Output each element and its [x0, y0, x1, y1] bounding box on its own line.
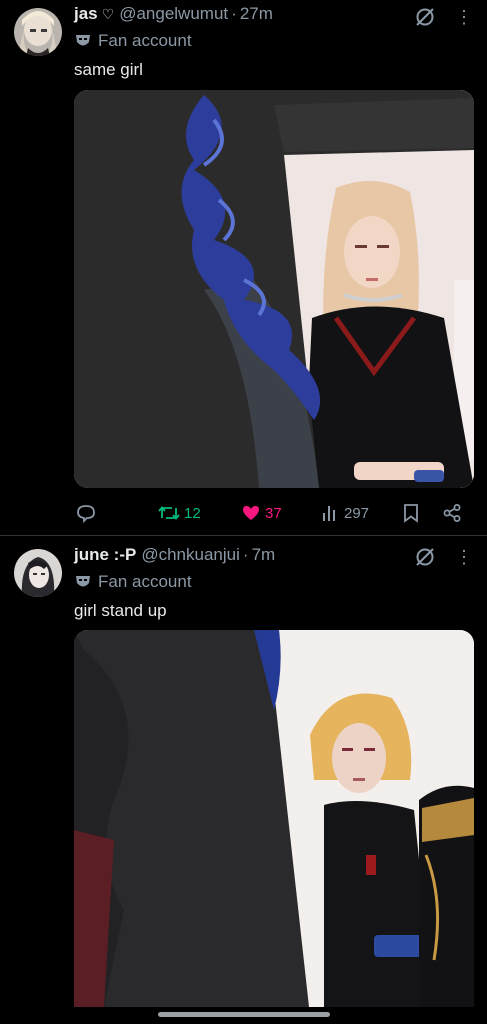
view-count: 297: [344, 504, 370, 522]
badge: Fan account: [74, 572, 192, 592]
mask-icon: [76, 35, 90, 46]
mask-icon: [76, 576, 90, 587]
more-icon[interactable]: ⋮: [455, 546, 473, 568]
share-button[interactable]: [442, 500, 462, 526]
retweet-count: 12: [184, 504, 201, 522]
handle[interactable]: @angelwumut: [119, 4, 228, 24]
views-button[interactable]: 297: [320, 500, 369, 526]
badge: Fan account: [74, 31, 192, 51]
divider: [0, 535, 487, 536]
tweet[interactable]: jas ♡ @angelwumut · 27m ⋮ Fan account sa…: [0, 0, 487, 535]
avatar[interactable]: [14, 8, 62, 56]
badge-label: Fan account: [98, 572, 192, 591]
reply-icon: [77, 505, 95, 523]
bookmark-icon: [404, 504, 418, 523]
separator: ·: [231, 4, 237, 23]
tweet-header: jas ♡ @angelwumut · 27m: [74, 4, 273, 24]
grok-icon[interactable]: [414, 6, 436, 28]
tweet-text: girl stand up: [74, 601, 167, 620]
tweet[interactable]: june :-P @chnkuanjui · 7m ⋮ Fan account …: [0, 537, 487, 1024]
tweet-photo[interactable]: [74, 630, 474, 1007]
tweet-header: june :-P @chnkuanjui · 7m: [74, 545, 275, 565]
share-icon: [443, 504, 461, 522]
reply-button[interactable]: [76, 500, 96, 526]
heart-icon: [243, 506, 259, 520]
retweet-icon: [158, 506, 180, 520]
more-icon[interactable]: ⋮: [455, 6, 473, 28]
name-emoji: ♡: [101, 5, 115, 22]
grok-icon[interactable]: [414, 546, 436, 568]
tweet-photo[interactable]: [74, 90, 474, 488]
like-count: 37: [265, 504, 282, 522]
display-name[interactable]: june :-P: [74, 545, 136, 565]
like-button[interactable]: 37: [241, 500, 282, 526]
badge-label: Fan account: [98, 31, 192, 50]
tweet-actions: 12 37 297: [74, 500, 474, 526]
timestamp[interactable]: 7m: [252, 545, 276, 565]
analytics-icon: [323, 506, 335, 521]
avatar[interactable]: [14, 549, 62, 597]
handle[interactable]: @chnkuanjui: [141, 545, 240, 565]
separator: ·: [242, 545, 249, 564]
timestamp[interactable]: 27m: [240, 4, 273, 24]
bookmark-button[interactable]: [402, 500, 420, 526]
tweet-text: same girl: [74, 60, 143, 79]
retweet-button[interactable]: 12: [158, 500, 201, 526]
display-name[interactable]: jas: [74, 4, 98, 24]
home-indicator[interactable]: [158, 1012, 330, 1017]
